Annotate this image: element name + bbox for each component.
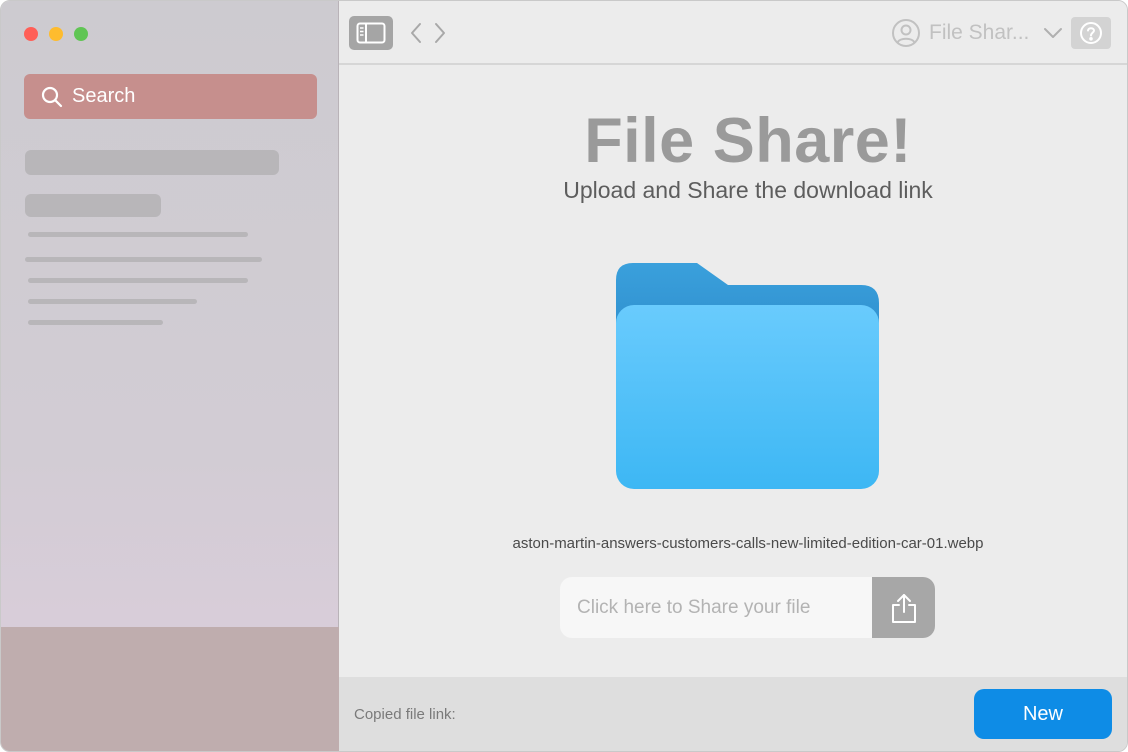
page-title: File Share! xyxy=(584,106,912,176)
sidebar-placeholder-line xyxy=(28,278,248,283)
chevron-down-icon xyxy=(1044,28,1063,38)
help-button[interactable] xyxy=(1071,17,1111,49)
close-window-button[interactable] xyxy=(24,27,38,41)
question-circle-icon xyxy=(1080,22,1102,44)
file-name: aston-martin-answers-customers-calls-new… xyxy=(512,535,984,552)
forward-button[interactable] xyxy=(431,19,449,47)
folder-icon[interactable] xyxy=(615,262,881,492)
bottom-bar: Copied file link: New xyxy=(339,677,1127,751)
copied-link-label: Copied file link: xyxy=(354,706,456,723)
share-field xyxy=(560,577,935,638)
user-name: File Shar... xyxy=(929,21,1030,44)
share-icon xyxy=(891,593,916,623)
person-circle-icon xyxy=(892,19,920,47)
sidebar-placeholder-line xyxy=(28,320,163,325)
toolbar: File Shar... xyxy=(339,1,1127,65)
minimize-window-button[interactable] xyxy=(49,27,63,41)
sidebar: Search xyxy=(1,1,339,751)
page-subtitle: Upload and Share the download link xyxy=(563,177,933,203)
share-link-input[interactable] xyxy=(560,577,872,638)
zoom-window-button[interactable] xyxy=(74,27,88,41)
new-button[interactable]: New xyxy=(974,689,1112,739)
sidebar-icon xyxy=(356,22,386,44)
sidebar-placeholder-block xyxy=(25,194,161,217)
sidebar-toggle-button[interactable] xyxy=(349,16,393,50)
search-label: Search xyxy=(72,85,136,107)
share-button[interactable] xyxy=(872,577,935,638)
sidebar-placeholder-line xyxy=(28,299,197,304)
chevron-right-icon xyxy=(435,23,445,43)
main-content: File Share! Upload and Share the downloa… xyxy=(339,65,1127,677)
user-menu[interactable]: File Shar... xyxy=(891,15,1063,51)
search-icon xyxy=(41,86,63,107)
sidebar-placeholder-line xyxy=(25,257,262,262)
app-window: Search File Shar... File Share! Upload a… xyxy=(0,0,1128,752)
chevron-left-icon xyxy=(411,23,421,43)
sidebar-placeholder-line xyxy=(28,232,248,237)
back-button[interactable] xyxy=(407,19,425,47)
sidebar-footer xyxy=(1,627,339,751)
sidebar-placeholder-block xyxy=(25,150,279,175)
sidebar-search[interactable]: Search xyxy=(24,74,317,119)
